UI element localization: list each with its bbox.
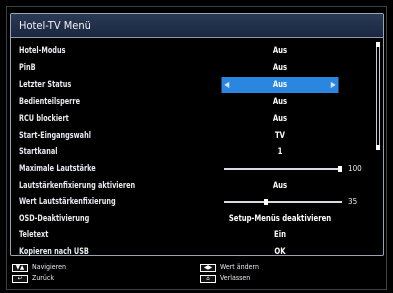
row-label: Startkanal <box>19 147 58 157</box>
chevron-left-icon[interactable]: ◀ <box>224 77 229 93</box>
row-value-selected[interactable]: ◀ Aus ▶ <box>221 77 339 93</box>
row-lautstaerkenfixierung-aktivieren[interactable]: Lautstärkenfixierung aktivieren Aus <box>11 178 383 194</box>
chevron-right-icon[interactable]: ▶ <box>331 77 336 93</box>
row-label: Start-Eingangswahl <box>19 131 91 141</box>
row-label: PinB <box>19 63 36 73</box>
row-letzter-status[interactable]: Letzter Status ◀ Aus ▶ <box>11 77 383 93</box>
fixed-volume-slider[interactable] <box>224 199 342 205</box>
row-teletext[interactable]: Teletext Ein <box>11 227 383 243</box>
back-hint: Zurück <box>32 274 54 282</box>
slider-knob[interactable] <box>338 166 342 172</box>
exit-hint: Verlassen <box>220 274 251 282</box>
row-value: Ein <box>274 230 286 240</box>
row-label: Kopieren nach USB <box>19 247 89 257</box>
max-volume-slider[interactable] <box>224 166 342 172</box>
row-startkanal[interactable]: Startkanal 1 <box>11 144 383 160</box>
row-label: Lautstärkenfixierung aktivieren <box>19 181 136 191</box>
slider-value: 35 <box>348 197 358 206</box>
row-rcu-blockiert[interactable]: RCU blockiert Aus <box>11 111 383 127</box>
row-label: Bedienteilsperre <box>19 97 81 107</box>
row-value: Aus <box>272 46 288 56</box>
row-wert-lautstaerkenfixierung[interactable]: Wert Lautstärkenfixierung 35 <box>11 194 383 210</box>
row-kopieren-nach-usb[interactable]: Kopieren nach USB OK <box>11 244 383 260</box>
change-value-hint: Wert ändern <box>220 263 259 271</box>
footer-help-bar: ▼▲ Navigieren ↩ Zurück ◀▶ Wert ändern ⌂ … <box>10 261 384 286</box>
row-label: Hotel-Modus <box>19 46 66 56</box>
row-value: TV <box>274 131 286 141</box>
row-value: OK <box>274 247 286 257</box>
row-osd-deaktivierung[interactable]: OSD-Deaktivierung Setup-Menüs deaktivier… <box>11 211 383 227</box>
row-value: Aus <box>272 63 288 73</box>
row-label: OSD-Deaktivierung <box>19 214 90 224</box>
menu-title: Hotel-TV Menü <box>11 14 383 38</box>
row-bedienteilsperre[interactable]: Bedienteilsperre Aus <box>11 94 383 110</box>
hotel-tv-menu: Hotel-TV Menü Hotel-Modus Aus PinB Aus L… <box>10 13 384 257</box>
selected-value: Aus <box>272 80 288 90</box>
left-right-arrows-icon: ◀▶ <box>200 264 216 272</box>
row-hotel-modus[interactable]: Hotel-Modus Aus <box>11 43 383 59</box>
row-value: Aus <box>272 114 288 124</box>
row-value: Aus <box>272 97 288 107</box>
row-value: 1 <box>277 147 283 157</box>
row-pinb[interactable]: PinB Aus <box>11 60 383 76</box>
row-value: Setup-Menüs deaktivieren <box>228 214 332 224</box>
up-down-arrows-icon: ▼▲ <box>12 264 28 272</box>
row-start-eingangswahl[interactable]: Start-Eingangswahl TV <box>11 128 383 144</box>
row-value: Aus <box>272 181 288 191</box>
row-label: RCU blockiert <box>19 114 69 124</box>
back-arrow-icon: ↩ <box>12 275 28 283</box>
slider-value: 100 <box>348 164 362 173</box>
navigate-hint: Navigieren <box>32 263 66 271</box>
row-label: Teletext <box>19 230 49 240</box>
row-label: Wert Lautstärkenfixierung <box>19 197 116 207</box>
slider-knob[interactable] <box>264 199 268 205</box>
row-maximale-lautstaerke[interactable]: Maximale Lautstärke 100 <box>11 161 383 177</box>
home-icon: ⌂ <box>200 275 216 283</box>
row-label: Letzter Status <box>19 80 72 90</box>
row-label: Maximale Lautstärke <box>19 164 96 174</box>
